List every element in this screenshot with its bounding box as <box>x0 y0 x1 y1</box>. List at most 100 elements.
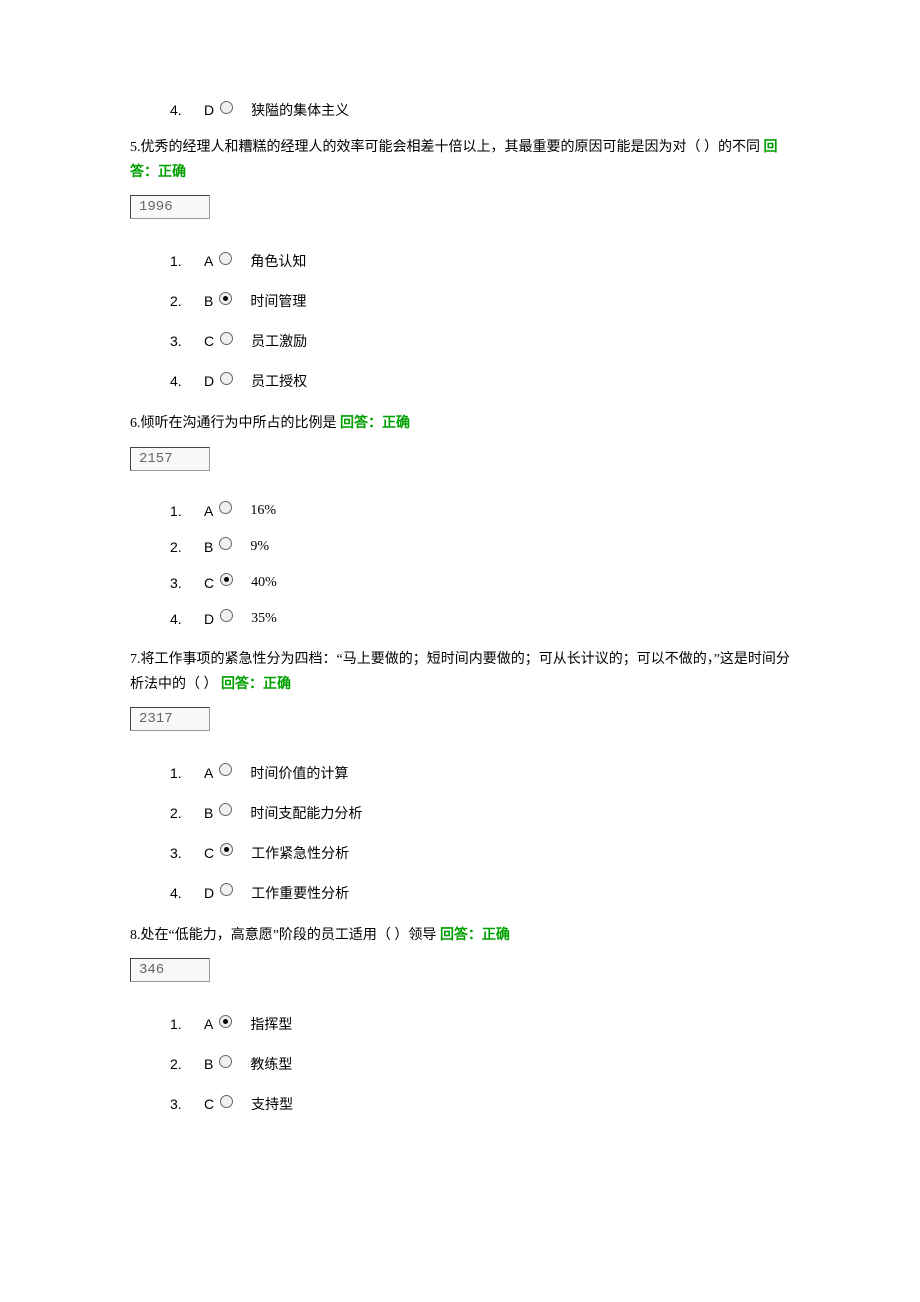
question-number: 5. <box>130 140 141 155</box>
question-block: 6.倾听在沟通行为中所占的比例是 回答：正确21571.A16%2.B9%3.C… <box>130 411 790 626</box>
option-text: 角色认知 <box>250 251 306 271</box>
question-number: 8. <box>130 928 141 943</box>
option-letter: C <box>204 1096 214 1112</box>
option-row: 2. B 时间管理 <box>170 291 790 311</box>
question-block: 5.优秀的经理人和糟糕的经理人的效率可能会相差十倍以上，其最重要的原因可能是因为… <box>130 135 790 391</box>
options-list: 1. A 角色认知 2. B 时间管理 3.C员工激励 4. D 员工授权 <box>130 251 790 391</box>
feedback-label: 回答：正确 <box>221 677 291 692</box>
option-letter: B <box>204 293 213 309</box>
question-body: 倾听在沟通行为中所占的比例是 <box>141 416 341 431</box>
option-letter: D <box>204 373 214 389</box>
radio-unselected-icon[interactable] <box>219 763 232 776</box>
radio-selected-icon[interactable] <box>220 573 233 586</box>
option-text: 时间价值的计算 <box>250 763 348 783</box>
option-letter: D <box>204 102 214 118</box>
question-block: 8.处在“低能力，高意愿”阶段的员工适用（ ）领导 回答：正确 346 1. A 指挥型… <box>130 923 790 1114</box>
radio-unselected-icon[interactable] <box>220 609 233 622</box>
option-number: 1. <box>170 1016 192 1032</box>
feedback-label: 回答：正确 <box>340 416 410 431</box>
option-number: 3. <box>170 845 192 861</box>
option-text: 35% <box>251 611 277 627</box>
option-row: 1. A 16% <box>170 503 790 519</box>
option-row: 1. A 指挥型 <box>170 1014 790 1034</box>
question-number: 6. <box>130 416 141 431</box>
radio-selected-icon[interactable] <box>220 843 233 856</box>
radio-unselected-icon[interactable] <box>219 501 232 514</box>
option-row: 3. C 40% <box>170 575 790 591</box>
option-letter: A <box>204 765 213 781</box>
option-text: 工作重要性分析 <box>251 883 349 903</box>
radio-unselected-icon[interactable] <box>220 1095 233 1108</box>
options-list: 1.A时间价值的计算2.B时间支配能力分析3.C工作紧急性分析4.D工作重要性分… <box>130 763 790 903</box>
option-letter: D <box>204 611 214 627</box>
radio-unselected-icon[interactable] <box>220 332 233 345</box>
option-number: 2. <box>170 805 192 821</box>
option-text: 员工授权 <box>251 371 307 391</box>
option-number: 3. <box>170 1096 192 1112</box>
option-letter: C <box>204 845 214 861</box>
option-row: 3.C员工激励 <box>170 331 790 351</box>
option-number: 1. <box>170 765 192 781</box>
option-number: 4. <box>170 373 192 389</box>
radio-selected-icon[interactable] <box>219 292 232 305</box>
question-text: 8.处在“低能力，高意愿”阶段的员工适用（ ）领导 回答：正确 <box>130 923 790 948</box>
option-row: 1. A 角色认知 <box>170 251 790 271</box>
radio-unselected-icon[interactable] <box>220 372 233 385</box>
option-letter: B <box>204 1056 213 1072</box>
option-row: 4. D 35% <box>170 611 790 627</box>
question-body: 优秀的经理人和糟糕的经理人的效率可能会相差十倍以上，其最重要的原因可能是因为对（… <box>141 140 764 155</box>
question-id-box: 2157 <box>130 447 210 471</box>
option-row: 4. D 员工授权 <box>170 371 790 391</box>
option-letter: A <box>204 1016 213 1032</box>
option-row: 2. B 时间支配能力分析 <box>170 803 790 823</box>
option-number: 3. <box>170 575 192 591</box>
question-id-box: 346 <box>130 958 210 982</box>
question-block: 7.将工作事项的紧急性分为四档：“马上要做的；短时间内要做的；可从长计议的；可以… <box>130 647 790 903</box>
orphan-option-row: 4. D 狭隘的集体主义 <box>0 100 920 120</box>
feedback-label: 回答：正确 <box>440 928 510 943</box>
option-text: 40% <box>251 575 277 591</box>
option-letter: B <box>204 539 213 555</box>
option-number: 1. <box>170 503 192 519</box>
option-text: 员工激励 <box>251 331 307 351</box>
option-text: 时间管理 <box>250 291 306 311</box>
option-letter: B <box>204 805 213 821</box>
option-letter: A <box>204 503 213 519</box>
radio-unselected-icon[interactable] <box>219 252 232 265</box>
option-number: 4. <box>170 885 192 901</box>
option-row: 3.C工作紧急性分析 <box>170 843 790 863</box>
option-number: 4. <box>170 611 192 627</box>
option-number: 4. <box>170 102 192 118</box>
radio-unselected-icon[interactable] <box>219 537 232 550</box>
option-number: 2. <box>170 1056 192 1072</box>
options-list: 1.A指挥型2.B教练型3.C支持型 <box>130 1014 790 1114</box>
option-text: 指挥型 <box>250 1014 292 1034</box>
option-number: 2. <box>170 293 192 309</box>
radio-unselected-icon[interactable] <box>219 803 232 816</box>
option-row: 2.B教练型 <box>170 1054 790 1074</box>
question-text: 6.倾听在沟通行为中所占的比例是 回答：正确 <box>130 411 790 436</box>
option-row: 4. D 工作重要性分析 <box>170 883 790 903</box>
option-row: 1. A 时间价值的计算 <box>170 763 790 783</box>
option-letter: C <box>204 575 214 591</box>
options-list: 1.A16%2.B9%3.C40%4.D35% <box>130 503 790 627</box>
option-text: 时间支配能力分析 <box>250 803 362 823</box>
option-number: 1. <box>170 253 192 269</box>
option-text: 16% <box>250 503 276 519</box>
option-row: 3. C 支持型 <box>170 1094 790 1114</box>
question-id-box: 2317 <box>130 707 210 731</box>
radio-unselected-icon[interactable] <box>219 1055 232 1068</box>
option-row: 2.B9% <box>170 539 790 555</box>
question-body: 处在“低能力，高意愿”阶段的员工适用（ ）领导 <box>141 928 440 943</box>
question-number: 7. <box>130 652 141 667</box>
option-number: 2. <box>170 539 192 555</box>
option-text: 支持型 <box>251 1094 293 1114</box>
option-letter: D <box>204 885 214 901</box>
question-id-box: 1996 <box>130 195 210 219</box>
radio-unselected-icon[interactable] <box>220 883 233 896</box>
radio-unselected-icon[interactable] <box>220 101 233 114</box>
question-text: 5.优秀的经理人和糟糕的经理人的效率可能会相差十倍以上，其最重要的原因可能是因为… <box>130 135 790 185</box>
option-letter: A <box>204 253 213 269</box>
radio-selected-icon[interactable] <box>219 1015 232 1028</box>
option-text: 狭隘的集体主义 <box>251 100 349 120</box>
